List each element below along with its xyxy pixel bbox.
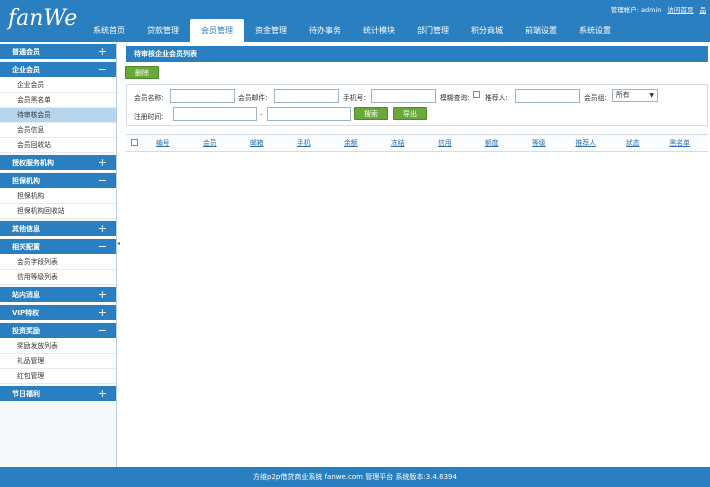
column-header[interactable]: 等级	[518, 135, 560, 151]
expand-icon: +	[97, 222, 107, 235]
sidebar-item[interactable]: 礼品管理	[0, 354, 116, 369]
collapse-icon: −	[97, 240, 107, 253]
column-header[interactable]: 额度	[471, 135, 513, 151]
phone-label: 手机号:	[343, 94, 366, 102]
sidebar-group-title: 担保机构	[12, 177, 40, 185]
sidebar-item[interactable]: 信用等级列表	[0, 270, 116, 285]
sidebar-item[interactable]: 奖励发放列表	[0, 339, 116, 354]
member-group-label: 会员组:	[584, 94, 607, 102]
column-header[interactable]: 会员	[189, 135, 231, 151]
footer: 方维p2p借贷商业系统 fanwe.com 管理平台 系统版本:3.4.6394	[0, 467, 710, 487]
nav-tab-8[interactable]: 前端设置	[514, 19, 568, 42]
nav-tab-3[interactable]: 资金管理	[244, 19, 298, 42]
member-name-input[interactable]	[170, 89, 235, 103]
nav-tab-5[interactable]: 统计模块	[352, 19, 406, 42]
sidebar-group-2[interactable]: 授权服务机构 +	[0, 155, 116, 171]
column-header[interactable]: 黑名单	[659, 135, 701, 151]
current-user: 管理帐户: admin	[610, 6, 662, 14]
collapse-icon: −	[97, 63, 107, 76]
logo: fanWe	[8, 6, 78, 31]
filter-panel: 会员名称: 会员邮件: 手机号: 模糊查询: 推荐人: 会员组: 所有 ▼ 注册…	[126, 84, 708, 126]
sidebar-group-title: 企业会员	[12, 66, 40, 74]
sidebar-group-title: 站内消息	[12, 291, 40, 299]
sidebar-item[interactable]: 担保机构回收站	[0, 204, 116, 219]
sidebar-group-8[interactable]: 投资奖励 −	[0, 323, 116, 339]
export-button[interactable]: 导出	[393, 107, 427, 120]
sidebar-item[interactable]: 会员字段列表	[0, 255, 116, 270]
sidebar-group-1[interactable]: 企业会员 −	[0, 62, 116, 78]
sidebar-item[interactable]: 担保机构	[0, 189, 116, 204]
sidebar-group-4[interactable]: 其他信息 +	[0, 221, 116, 237]
top-nav: 系统首页 贷款管理 会员管理 资金管理 待办事务 统计模块 部门管理 积分商城 前端设置 系统设置	[82, 19, 622, 42]
sidebar-item[interactable]: 企业会员	[0, 78, 116, 93]
member-name-label: 会员名称:	[134, 94, 164, 102]
fuzzy-search-label: 模糊查询:	[440, 94, 470, 102]
search-button[interactable]: 搜索	[354, 107, 388, 120]
more-link[interactable]: 品	[700, 6, 707, 14]
sidebar-item[interactable]: 会员回收站	[0, 138, 116, 153]
top-links: 管理帐户: admin 访问首页 品	[607, 4, 706, 14]
sidebar-group-7[interactable]: VIP特权 +	[0, 305, 116, 321]
collapse-icon: −	[97, 174, 107, 187]
header: fanWe 管理帐户: admin 访问首页 品 系统首页 贷款管理 会员管理 资金管…	[0, 0, 710, 42]
sidebar-group-title: 节日福利	[12, 390, 40, 398]
sidebar-group-title: 投资奖励	[12, 327, 40, 335]
table-header: 编号 会员 邮箱 手机 余额 冻结 信用 额度 等级 推荐人 状态 黑名单	[126, 134, 708, 152]
select-all-checkbox[interactable]	[131, 139, 138, 146]
page-title: 待审核企业会员列表	[126, 46, 708, 62]
column-header[interactable]: 冻结	[377, 135, 419, 151]
nav-tab-2[interactable]: 会员管理	[190, 19, 244, 42]
member-group-value: 所有	[616, 91, 630, 99]
phone-input[interactable]	[371, 89, 436, 103]
visit-home-link[interactable]: 访问首页	[667, 6, 693, 14]
reg-time-label: 注册时间:	[134, 113, 164, 121]
sidebar-group-title: 相关配置	[12, 243, 40, 251]
sidebar-group-0[interactable]: 普通会员 +	[0, 44, 116, 60]
sidebar-item[interactable]: 会员信息	[0, 123, 116, 138]
column-header[interactable]: 编号	[142, 135, 184, 151]
nav-tab-0[interactable]: 系统首页	[82, 19, 136, 42]
expand-icon: +	[97, 288, 107, 301]
expand-icon: +	[97, 387, 107, 400]
sidebar-item[interactable]: 红包管理	[0, 369, 116, 384]
delete-button[interactable]: 删除	[125, 66, 159, 79]
expand-icon: +	[97, 306, 107, 319]
referrer-input[interactable]	[515, 89, 580, 103]
column-header[interactable]: 推荐人	[565, 135, 607, 151]
sidebar-group-title: 普通会员	[12, 48, 40, 56]
collapse-icon: −	[97, 324, 107, 337]
sidebar-group-title: 授权服务机构	[12, 159, 54, 167]
member-email-input[interactable]	[274, 89, 339, 103]
sidebar-item[interactable]: 待审核会员	[0, 108, 116, 123]
sidebar-group-6[interactable]: 站内消息 +	[0, 287, 116, 303]
sidebar-group-5[interactable]: 相关配置 −	[0, 239, 116, 255]
member-group-select[interactable]: 所有 ▼	[612, 89, 658, 102]
sidebar-group-3[interactable]: 担保机构 −	[0, 173, 116, 189]
column-header[interactable]: 余额	[330, 135, 372, 151]
sidebar-group-title: 其他信息	[12, 225, 40, 233]
expand-icon: +	[97, 45, 107, 58]
reg-time-start-input[interactable]	[173, 107, 257, 121]
nav-tab-6[interactable]: 部门管理	[406, 19, 460, 42]
referrer-label: 推荐人:	[485, 94, 508, 102]
expand-icon: +	[97, 156, 107, 169]
sidebar: 普通会员 + 企业会员 − 企业会员 会员黑名单 待审核会员 会员信息 会员回收站 授权服务机构 +…	[0, 42, 117, 467]
column-header[interactable]: 邮箱	[236, 135, 278, 151]
column-header[interactable]: 手机	[283, 135, 325, 151]
nav-tab-1[interactable]: 贷款管理	[136, 19, 190, 42]
sidebar-group-title: VIP特权	[12, 309, 40, 317]
fuzzy-search-checkbox[interactable]	[473, 91, 480, 98]
nav-tab-9[interactable]: 系统设置	[568, 19, 622, 42]
member-email-label: 会员邮件:	[238, 94, 268, 102]
nav-tab-4[interactable]: 待办事务	[298, 19, 352, 42]
sidebar-item[interactable]: 会员黑名单	[0, 93, 116, 108]
column-header[interactable]: 信用	[424, 135, 466, 151]
column-header[interactable]: 状态	[612, 135, 654, 151]
chevron-down-icon: ▼	[649, 92, 654, 99]
main-content: 待审核企业会员列表 删除 会员名称: 会员邮件: 手机号: 模糊查询: 推荐人:…	[121, 42, 710, 467]
reg-time-end-input[interactable]	[267, 107, 351, 121]
nav-tab-7[interactable]: 积分商城	[460, 19, 514, 42]
range-separator: -	[260, 111, 263, 119]
sidebar-group-9[interactable]: 节日福利 +	[0, 386, 116, 402]
